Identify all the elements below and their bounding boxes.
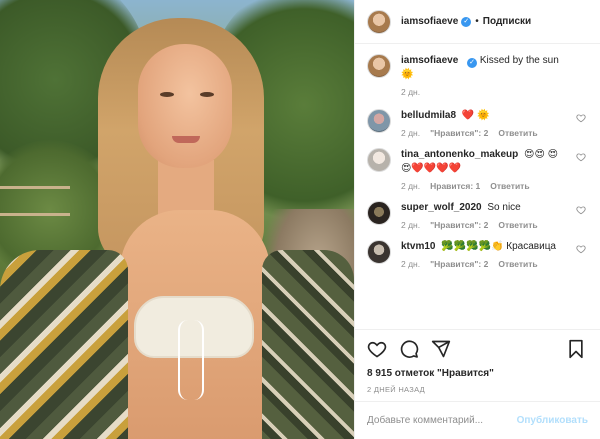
commenter-avatar[interactable] xyxy=(367,109,391,133)
instagram-post: iamsofiaeve ✓ • Подписки iamsofiaeve ✓ K… xyxy=(0,0,600,439)
action-icons xyxy=(367,338,588,362)
comment-username[interactable]: belludmila8 xyxy=(401,110,456,121)
photo-cardigan-right xyxy=(262,250,354,439)
comment-username[interactable]: super_wolf_2020 xyxy=(401,202,482,213)
comment-time[interactable]: 2 дн. xyxy=(401,220,420,230)
comment-likes[interactable]: "Нравится": 2 xyxy=(430,220,488,230)
reply-button[interactable]: Ответить xyxy=(490,181,529,191)
comment-text: 🥦🥦🥦🥦👏 Красавица xyxy=(441,241,556,252)
comment-time[interactable]: 2 дн. xyxy=(401,181,420,191)
comment-item: tina_antonenko_makeup 😍😍 😍😍❤️❤️❤️❤️ 2 дн… xyxy=(367,148,588,191)
reply-button[interactable]: Ответить xyxy=(498,259,537,269)
author-avatar[interactable] xyxy=(367,54,391,78)
comment-likes[interactable]: Нравится: 1 xyxy=(430,181,480,191)
photo-fence xyxy=(0,186,70,216)
caption: iamsofiaeve ✓ Kissed by the sun 🌞 2 дн. xyxy=(367,54,588,97)
comment-item: belludmila8 ❤️ 🌞 2 дн. "Нравится": 2 Отв… xyxy=(367,109,588,138)
caption-text: Kissed by the sun xyxy=(479,55,559,66)
add-comment-bar: Опубликовать xyxy=(355,401,600,439)
caption-username[interactable]: iamsofiaeve xyxy=(401,55,458,66)
photo-mouth xyxy=(172,136,200,143)
comment-likes[interactable]: "Нравится": 2 xyxy=(430,128,488,138)
author-avatar[interactable] xyxy=(367,9,391,34)
sun-emoji: 🌞 xyxy=(401,69,414,80)
publish-button[interactable]: Опубликовать xyxy=(517,415,588,426)
comment-like-heart-icon[interactable] xyxy=(576,205,586,215)
photo-eye xyxy=(200,92,214,97)
author-username[interactable]: iamsofiaeve xyxy=(401,16,458,27)
comment-item: ktvm10 🥦🥦🥦🥦👏 Красавица 2 дн. "Нравится":… xyxy=(367,240,588,269)
comment-input[interactable] xyxy=(367,415,517,426)
share-icon[interactable] xyxy=(431,339,453,361)
photo-eye xyxy=(160,92,174,97)
post-header: iamsofiaeve ✓ • Подписки xyxy=(355,0,600,44)
comment-text: ❤️ 🌞 xyxy=(461,110,490,121)
separator-dot: • xyxy=(475,16,479,27)
reply-button[interactable]: Ответить xyxy=(498,128,537,138)
post-side-panel: iamsofiaeve ✓ • Подписки iamsofiaeve ✓ K… xyxy=(354,0,600,439)
comment-like-heart-icon[interactable] xyxy=(576,244,586,254)
commenter-avatar[interactable] xyxy=(367,148,391,172)
comment-text: So nice xyxy=(487,202,521,213)
reply-button[interactable]: Ответить xyxy=(498,220,537,230)
verified-icon: ✓ xyxy=(467,58,478,68)
photo-bow xyxy=(178,320,204,400)
bookmark-icon[interactable] xyxy=(566,339,588,361)
comment-time[interactable]: 2 дн. xyxy=(401,259,420,269)
follow-button[interactable]: Подписки xyxy=(483,16,531,27)
comment-icon[interactable] xyxy=(399,339,421,361)
photo-cardigan-left xyxy=(0,250,128,439)
commenter-avatar[interactable] xyxy=(367,240,391,264)
comment-item: super_wolf_2020 So nice 2 дн. "Нравится"… xyxy=(367,201,588,230)
heart-icon[interactable] xyxy=(367,339,389,361)
comment-like-heart-icon[interactable] xyxy=(576,113,586,123)
comment-username[interactable]: tina_antonenko_makeup xyxy=(401,149,518,160)
comments-list[interactable]: iamsofiaeve ✓ Kissed by the sun 🌞 2 дн. … xyxy=(355,44,600,329)
comment-likes[interactable]: "Нравится": 2 xyxy=(430,259,488,269)
commenter-avatar[interactable] xyxy=(367,201,391,225)
post-photo[interactable] xyxy=(0,0,354,439)
comment-time[interactable]: 2 дн. xyxy=(401,128,420,138)
comment-username[interactable]: ktvm10 xyxy=(401,241,435,252)
caption-time[interactable]: 2 дн. xyxy=(401,87,420,97)
photo-face xyxy=(138,44,232,168)
verified-icon: ✓ xyxy=(461,16,472,27)
likes-count[interactable]: 8 915 отметок "Нравится" xyxy=(367,368,588,379)
comment-like-heart-icon[interactable] xyxy=(576,152,586,162)
posted-time[interactable]: 2 ДНЕЙ НАЗАД xyxy=(367,385,588,394)
